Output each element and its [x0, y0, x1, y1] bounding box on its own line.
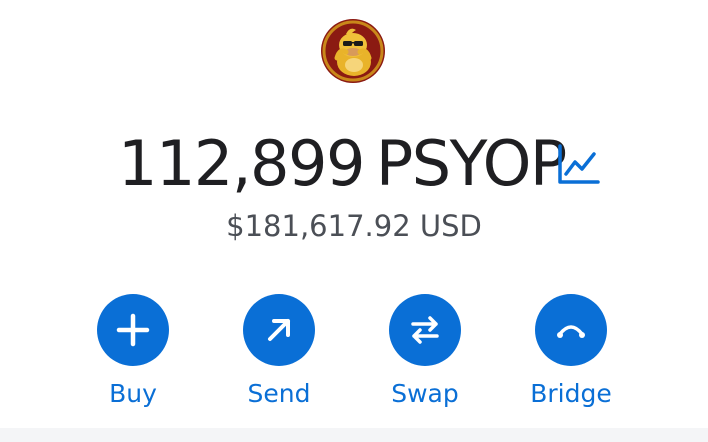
buy-button[interactable]: Buy [68, 294, 198, 414]
buy-button-circle[interactable] [97, 294, 169, 366]
token-balance-row: 112,899 PSYOP [0, 118, 708, 208]
buy-label: Buy [109, 379, 157, 408]
bridge-button[interactable]: Bridge [506, 294, 636, 414]
send-button[interactable]: Send [214, 294, 344, 414]
token-balance: 112,899 PSYOP [118, 124, 567, 204]
swap-button[interactable]: Swap [360, 294, 490, 414]
price-chart-button[interactable] [556, 142, 600, 186]
psyop-token-logo-icon [320, 18, 386, 84]
swap-button-circle[interactable] [389, 294, 461, 366]
arrow-up-right-icon [268, 319, 290, 341]
swap-label: Swap [391, 379, 459, 408]
bridge-icon [557, 325, 585, 338]
send-button-circle[interactable] [243, 294, 315, 366]
fiat-balance: $181,617.92 USD [226, 209, 482, 243]
bridge-button-circle[interactable] [535, 294, 607, 366]
plus-icon [116, 313, 150, 347]
bridge-label: Bridge [530, 379, 612, 408]
token-amount: 112,899 [118, 127, 365, 200]
swap-arrows-icon [411, 316, 439, 344]
bottom-divider [0, 428, 708, 442]
send-label: Send [247, 379, 311, 408]
token-symbol: PSYOP [375, 127, 567, 200]
price-chart-icon [558, 144, 600, 184]
